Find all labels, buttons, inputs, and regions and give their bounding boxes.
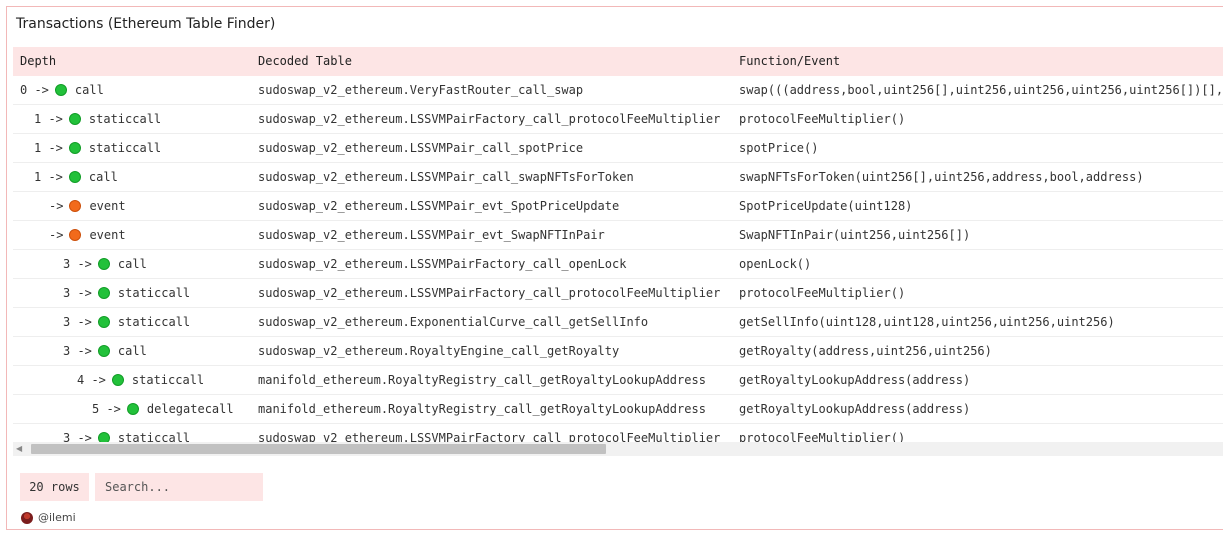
- table-row[interactable]: 3 -> call sudoswap_v2_ethereum.LSSVMPairFa…: [13, 250, 1223, 279]
- call-status-icon: [68, 171, 81, 183]
- call-type-label: call: [117, 257, 147, 271]
- call-type-label: call: [74, 83, 104, 97]
- depth-cell: 3 -> call: [63, 250, 147, 278]
- function-event-cell[interactable]: swapNFTsForToken(uint256[],uint256,addre…: [739, 163, 1144, 191]
- call-type-label: staticcall: [117, 315, 191, 329]
- function-event-cell[interactable]: SwapNFTInPair(uint256,uint256[]): [739, 221, 970, 249]
- call-type-label: staticcall: [88, 112, 162, 126]
- call-status-icon: [68, 142, 81, 154]
- function-event-cell[interactable]: getSellInfo(uint128,uint128,uint256,uint…: [739, 308, 1115, 336]
- call-status-icon: [126, 403, 139, 415]
- depth-cell: 1 -> staticcall: [34, 134, 161, 162]
- row-count-badge: 20 rows: [20, 473, 89, 501]
- table-row[interactable]: -> event sudoswap_v2_ethereum.LSSVMPair_ev…: [13, 192, 1223, 221]
- decoded-table-cell[interactable]: sudoswap_v2_ethereum.LSSVMPair_call_swap…: [258, 163, 634, 191]
- table-row[interactable]: 3 -> call sudoswap_v2_ethereum.RoyaltyEngi…: [13, 337, 1223, 366]
- depth-cell: 5 -> delegatecall: [92, 395, 234, 423]
- column-header-depth[interactable]: Depth: [20, 47, 56, 76]
- decoded-table-cell[interactable]: manifold_ethereum.RoyaltyRegistry_call_g…: [258, 366, 706, 394]
- horizontal-scrollbar[interactable]: ◀: [13, 442, 1223, 456]
- decoded-table-cell[interactable]: sudoswap_v2_ethereum.VeryFastRouter_call…: [258, 76, 583, 104]
- event-status-icon: [69, 229, 82, 241]
- depth-cell: 3 -> call: [63, 337, 147, 365]
- card-title: Transactions (Ethereum Table Finder): [16, 16, 276, 32]
- function-event-cell[interactable]: swap(((address,bool,uint256[],uint256,ui…: [739, 76, 1223, 104]
- function-event-cell[interactable]: getRoyalty(address,uint256,uint256): [739, 337, 992, 365]
- depth-cell: 3 -> staticcall: [63, 308, 190, 336]
- decoded-table-cell[interactable]: sudoswap_v2_ethereum.LSSVMPair_evt_SpotP…: [258, 192, 619, 220]
- call-type-label: staticcall: [117, 286, 191, 300]
- function-event-cell[interactable]: openLock(): [739, 250, 811, 278]
- table-row[interactable]: 0 -> call sudoswap_v2_ethereum.VeryFastRou…: [13, 76, 1223, 105]
- call-type-label: staticcall: [131, 373, 205, 387]
- table-row[interactable]: 1 -> staticcall sudoswap_v2_ethereum.LSSVM…: [13, 134, 1223, 163]
- table-row[interactable]: 1 -> staticcall sudoswap_v2_ethereum.LSSVM…: [13, 105, 1223, 134]
- function-event-cell[interactable]: getRoyaltyLookupAddress(address): [739, 366, 970, 394]
- decoded-table-cell[interactable]: sudoswap_v2_ethereum.LSSVMPairFactory_ca…: [258, 105, 720, 133]
- depth-label: 1 ->: [34, 170, 63, 184]
- transactions-table: Depth Decoded Table Function/Event 0 -> c…: [13, 47, 1223, 447]
- author-credit[interactable]: @ilemi: [21, 511, 76, 524]
- depth-label: ->: [49, 199, 64, 213]
- depth-label: ->: [49, 228, 64, 242]
- depth-cell: 1 -> staticcall: [34, 105, 161, 133]
- depth-label: 3 ->: [63, 344, 92, 358]
- search-input[interactable]: [95, 473, 263, 501]
- table-row[interactable]: -> event sudoswap_v2_ethereum.LSSVMPair_ev…: [13, 221, 1223, 250]
- scroll-left-icon[interactable]: ◀: [16, 444, 22, 454]
- table-row[interactable]: 3 -> staticcall sudoswap_v2_ethereum.Expon…: [13, 308, 1223, 337]
- depth-cell: 4 -> staticcall: [77, 366, 204, 394]
- depth-cell: 1 -> call: [34, 163, 118, 191]
- decoded-table-cell[interactable]: sudoswap_v2_ethereum.RoyaltyEngine_call_…: [258, 337, 619, 365]
- depth-label: 1 ->: [34, 141, 63, 155]
- table-row[interactable]: 1 -> call sudoswap_v2_ethereum.LSSVMPair_c…: [13, 163, 1223, 192]
- depth-cell: 0 -> call: [20, 76, 104, 104]
- call-type-label: call: [117, 344, 147, 358]
- call-type-label: call: [88, 170, 118, 184]
- depth-cell: -> event: [49, 192, 126, 220]
- call-status-icon: [68, 113, 81, 125]
- call-status-icon: [97, 316, 110, 328]
- column-header-decoded-table[interactable]: Decoded Table: [258, 47, 352, 76]
- function-event-cell[interactable]: SpotPriceUpdate(uint128): [739, 192, 912, 220]
- depth-label: 4 ->: [77, 373, 106, 387]
- call-status-icon: [97, 287, 110, 299]
- call-type-label: event: [89, 228, 126, 242]
- table-row[interactable]: 3 -> staticcall sudoswap_v2_ethereum.LSSVM…: [13, 279, 1223, 308]
- depth-label: 5 ->: [92, 402, 121, 416]
- call-type-label: delegatecall: [146, 402, 234, 416]
- column-header-function-event[interactable]: Function/Event: [739, 47, 840, 76]
- table-row[interactable]: 4 -> staticcall manifold_ethereum.RoyaltyR…: [13, 366, 1223, 395]
- depth-label: 3 ->: [63, 257, 92, 271]
- function-event-cell[interactable]: getRoyaltyLookupAddress(address): [739, 395, 970, 423]
- call-type-label: event: [89, 199, 126, 213]
- decoded-table-cell[interactable]: manifold_ethereum.RoyaltyRegistry_call_g…: [258, 395, 706, 423]
- depth-label: 3 ->: [63, 315, 92, 329]
- call-status-icon: [54, 84, 67, 96]
- decoded-table-cell[interactable]: sudoswap_v2_ethereum.ExponentialCurve_ca…: [258, 308, 648, 336]
- call-status-icon: [111, 374, 124, 386]
- call-status-icon: [97, 258, 110, 270]
- function-event-cell[interactable]: protocolFeeMultiplier(): [739, 105, 905, 133]
- decoded-table-cell[interactable]: sudoswap_v2_ethereum.LSSVMPairFactory_ca…: [258, 250, 626, 278]
- depth-label: 3 ->: [63, 286, 92, 300]
- table-row[interactable]: 5 -> delegatecall manifold_ethereum.Royalt…: [13, 395, 1223, 424]
- function-event-cell[interactable]: spotPrice(): [739, 134, 818, 162]
- decoded-table-cell[interactable]: sudoswap_v2_ethereum.LSSVMPair_evt_SwapN…: [258, 221, 605, 249]
- avatar: [21, 511, 33, 524]
- call-type-label: staticcall: [88, 141, 162, 155]
- table-header: Depth Decoded Table Function/Event: [13, 47, 1223, 76]
- depth-label: 0 ->: [20, 83, 49, 97]
- depth-cell: -> event: [49, 221, 126, 249]
- decoded-table-cell[interactable]: sudoswap_v2_ethereum.LSSVMPairFactory_ca…: [258, 279, 720, 307]
- event-status-icon: [69, 200, 82, 212]
- depth-cell: 3 -> staticcall: [63, 279, 190, 307]
- call-status-icon: [97, 345, 110, 357]
- dashboard-card: Transactions (Ethereum Table Finder) Dep…: [6, 6, 1223, 530]
- depth-label: 1 ->: [34, 112, 63, 126]
- author-name[interactable]: @ilemi: [38, 511, 76, 524]
- function-event-cell[interactable]: protocolFeeMultiplier(): [739, 279, 905, 307]
- decoded-table-cell[interactable]: sudoswap_v2_ethereum.LSSVMPair_call_spot…: [258, 134, 583, 162]
- scrollbar-thumb[interactable]: [31, 444, 606, 454]
